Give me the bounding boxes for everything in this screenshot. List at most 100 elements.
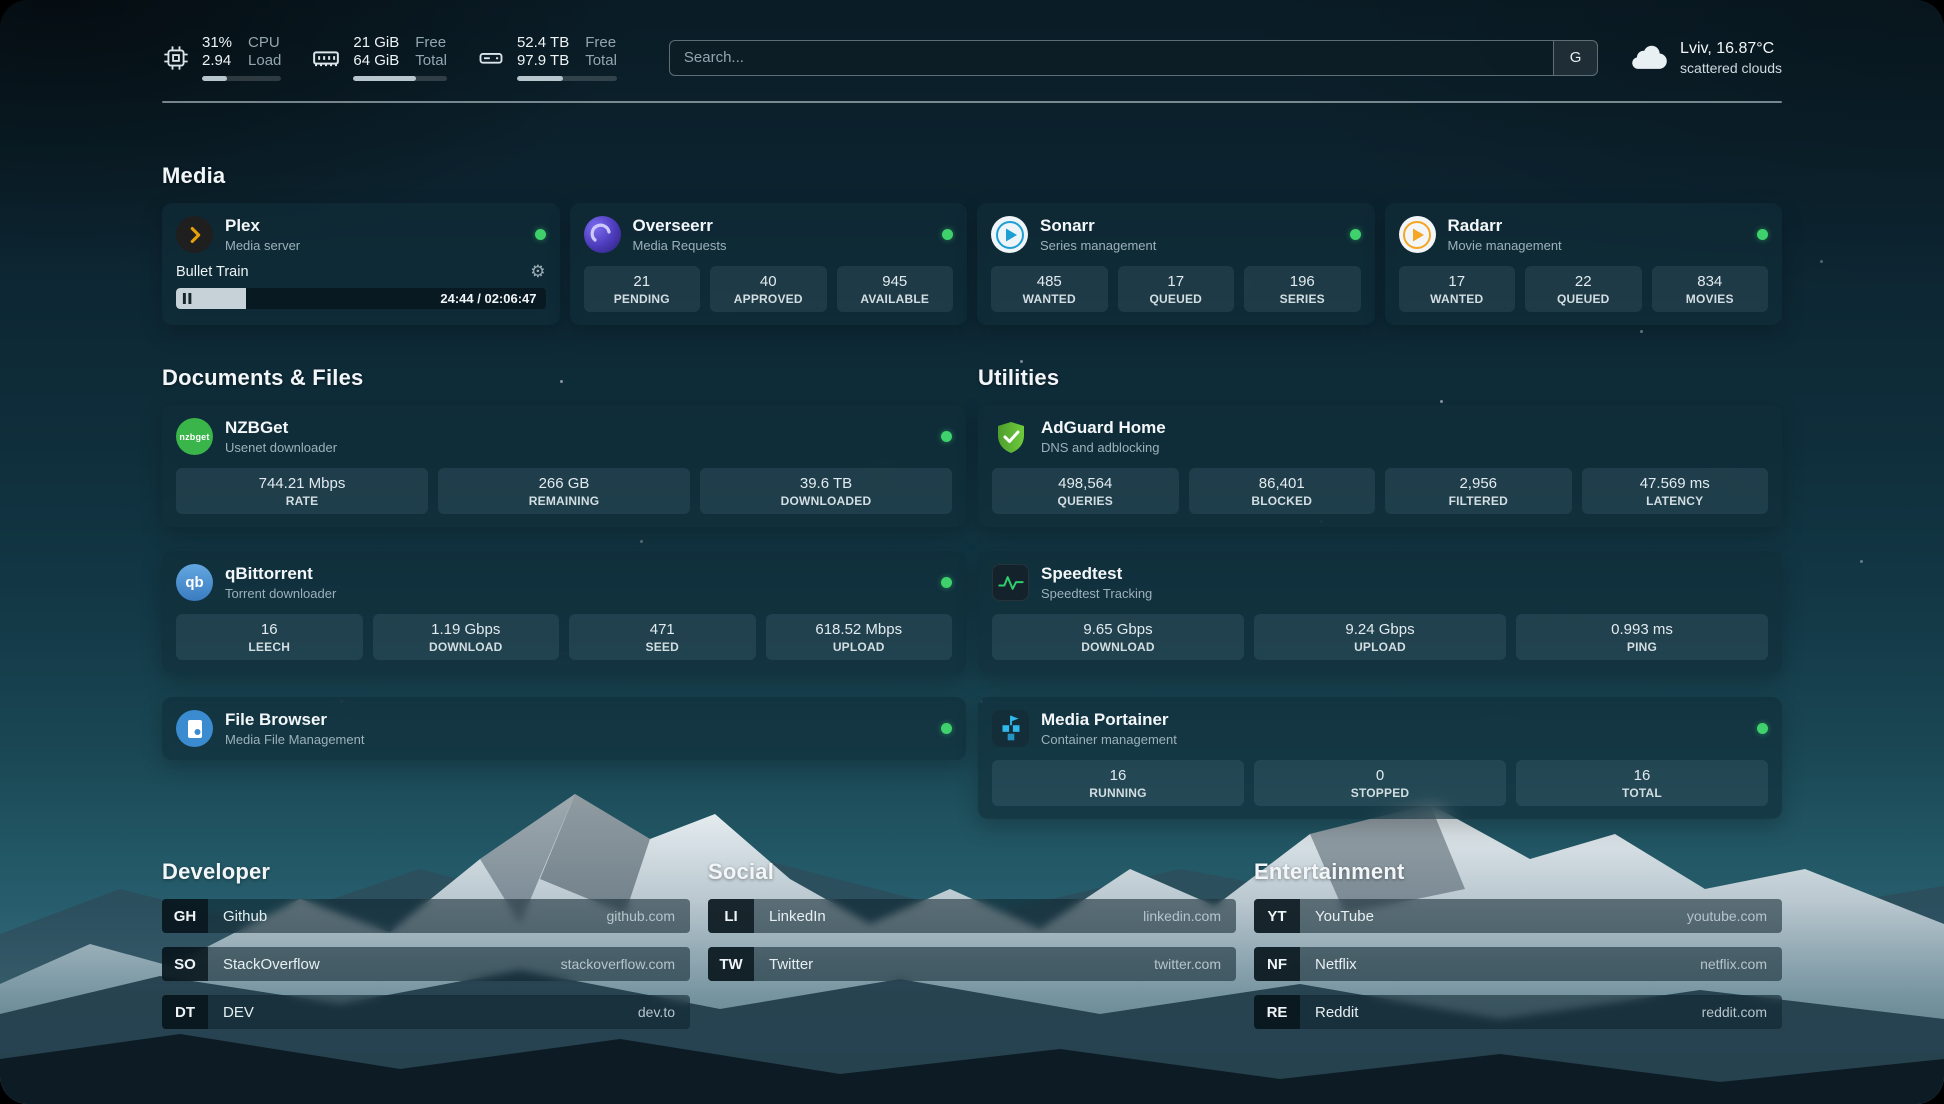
stat-tile: 834 MOVIES: [1652, 266, 1769, 312]
radarr-card[interactable]: Radarr Movie management 17WANTED 22QUEUE…: [1385, 203, 1783, 325]
stat-tile: 1.19 GbpsDOWNLOAD: [373, 614, 560, 660]
snow-specks: [0, 0, 3, 3]
disk-total: 97.9 TB: [517, 52, 569, 70]
bookmark-abbr: YT: [1254, 899, 1300, 933]
stat-label: BLOCKED: [1251, 494, 1312, 508]
status-dot: [1757, 229, 1768, 240]
ram-total: 64 GiB: [353, 52, 399, 70]
adguard-card[interactable]: AdGuard Home DNS and adblocking 498,564Q…: [978, 405, 1782, 527]
plex-icon: [176, 216, 213, 253]
status-dot: [941, 723, 952, 734]
portainer-card[interactable]: Media Portainer Container management 16R…: [978, 697, 1782, 819]
stat-label: LATENCY: [1646, 494, 1703, 508]
plex-card[interactable]: Plex Media server Bullet Train ⚙ 24:44 /…: [162, 203, 560, 325]
stat-tile: 47.569 msLATENCY: [1582, 468, 1769, 514]
bookmark-github[interactable]: GH Github github.com: [162, 899, 690, 933]
dashboard-window: 31% CPU 2.94 Load: [0, 0, 1944, 1104]
stat-label: MOVIES: [1686, 292, 1734, 306]
bookmark-abbr: SO: [162, 947, 208, 981]
stat-tile: 17QUEUED: [1118, 266, 1235, 312]
stat-tile: 9.24 GbpsUPLOAD: [1254, 614, 1506, 660]
settings-gear-icon[interactable]: ⚙: [530, 263, 545, 280]
search-engine-button[interactable]: G: [1553, 41, 1597, 75]
stat-value: 17: [1448, 273, 1465, 290]
bookmark-name: Reddit: [1315, 1004, 1358, 1021]
bookmark-name: Netflix: [1315, 956, 1357, 973]
header-divider: [162, 101, 1782, 103]
cpu-bar: [202, 76, 281, 81]
bookmark-twitter[interactable]: TW Twitter twitter.com: [708, 947, 1236, 981]
stat-tile: 471SEED: [569, 614, 756, 660]
service-name: qBittorrent: [225, 564, 336, 584]
bookmark-name: YouTube: [1315, 908, 1374, 925]
bookmark-url: github.com: [607, 908, 675, 924]
stat-label: UPLOAD: [833, 640, 885, 654]
stat-value: 834: [1697, 273, 1722, 290]
stat-label: REMAINING: [529, 494, 599, 508]
bookmark-abbr: DT: [162, 995, 208, 1029]
bookmark-abbr: GH: [162, 899, 208, 933]
service-subtitle: Movie management: [1448, 238, 1562, 253]
playback-progress-bar[interactable]: 24:44 / 02:06:47: [176, 288, 546, 309]
service-name: File Browser: [225, 710, 364, 730]
service-name: Speedtest: [1041, 564, 1152, 584]
status-dot: [535, 229, 546, 240]
stat-label: TOTAL: [1622, 786, 1662, 800]
stat-label: DOWNLOAD: [1081, 640, 1155, 654]
stat-value: 9.24 Gbps: [1345, 621, 1414, 638]
stat-value: 498,564: [1058, 475, 1112, 492]
stat-tile: 0STOPPED: [1254, 760, 1506, 806]
stat-tile: 196SERIES: [1244, 266, 1361, 312]
sonarr-icon: [991, 216, 1028, 253]
bookmark-dev[interactable]: DT DEV dev.to: [162, 995, 690, 1029]
qbittorrent-card[interactable]: qb qBittorrent Torrent downloader 16LEEC…: [162, 551, 966, 673]
bookmark-url: linkedin.com: [1143, 908, 1221, 924]
disk-free: 52.4 TB: [517, 34, 569, 52]
overseerr-card[interactable]: Overseerr Media Requests 21PENDING 40APP…: [570, 203, 968, 325]
stat-label: APPROVED: [734, 292, 803, 306]
overseerr-icon: [584, 216, 621, 253]
stat-value: 16: [261, 621, 278, 638]
stat-value: 21: [633, 273, 650, 290]
stat-label: PING: [1627, 640, 1657, 654]
bookmark-reddit[interactable]: RE Reddit reddit.com: [1254, 995, 1782, 1029]
status-dot: [941, 577, 952, 588]
pause-icon[interactable]: [182, 292, 193, 309]
weather-condition: scattered clouds: [1680, 60, 1782, 76]
section-title-entertainment: Entertainment: [1254, 859, 1782, 885]
stat-value: 945: [882, 273, 907, 290]
search-input[interactable]: [670, 41, 1553, 75]
stat-value: 40: [760, 273, 777, 290]
weather-widget: Lviv, 16.87°C scattered clouds: [1628, 40, 1782, 76]
nzbget-card[interactable]: nzbget NZBGet Usenet downloader 744.21 M…: [162, 405, 966, 527]
stat-tile: 0.993 ms PING: [1516, 614, 1768, 660]
ram-icon: [311, 43, 341, 73]
bookmark-linkedin[interactable]: LI LinkedIn linkedin.com: [708, 899, 1236, 933]
section-title-utilities: Utilities: [978, 365, 1782, 391]
service-name: Radarr: [1448, 216, 1562, 236]
bookmark-netflix[interactable]: NF Netflix netflix.com: [1254, 947, 1782, 981]
stat-tile: 17WANTED: [1399, 266, 1516, 312]
bookmark-abbr: TW: [708, 947, 754, 981]
bookmark-youtube[interactable]: YT YouTube youtube.com: [1254, 899, 1782, 933]
bookmark-stackoverflow[interactable]: SO StackOverflow stackoverflow.com: [162, 947, 690, 981]
speedtest-card[interactable]: Speedtest Speedtest Tracking 9.65 GbpsDO…: [978, 551, 1782, 673]
filebrowser-card[interactable]: File Browser Media File Management: [162, 697, 966, 760]
section-title-documents: Documents & Files: [162, 365, 966, 391]
bookmark-name: StackOverflow: [223, 956, 320, 973]
adguard-icon: [992, 418, 1029, 455]
bookmark-url: dev.to: [638, 1004, 675, 1020]
filebrowser-icon: [176, 710, 213, 747]
stat-tile: 744.21 MbpsRATE: [176, 468, 428, 514]
stat-tile: 16TOTAL: [1516, 760, 1768, 806]
playback-time: 24:44 / 02:06:47: [440, 291, 536, 306]
service-name: NZBGet: [225, 418, 337, 438]
sonarr-card[interactable]: Sonarr Series management 485WANTED 17QUE…: [977, 203, 1375, 325]
stat-value: 0.993 ms: [1611, 621, 1673, 638]
stat-tile: 485WANTED: [991, 266, 1108, 312]
stat-value: 485: [1037, 273, 1062, 290]
disk-icon: [477, 44, 505, 72]
now-playing-title: Bullet Train: [176, 264, 249, 280]
service-name: Sonarr: [1040, 216, 1156, 236]
cloud-icon: [1628, 41, 1668, 75]
